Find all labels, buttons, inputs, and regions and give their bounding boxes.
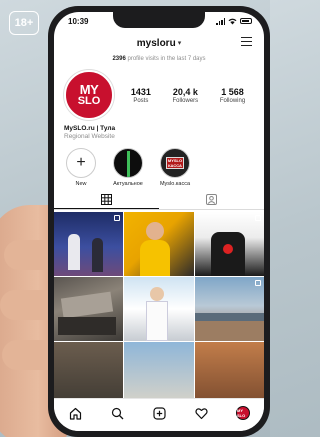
post-thumbnail[interactable]: [54, 277, 124, 341]
highlight-label: Myslo.касса: [159, 181, 191, 187]
stat-value: 20,4 k: [172, 86, 198, 97]
plus-icon: +: [66, 148, 96, 178]
menu-icon[interactable]: [241, 37, 252, 46]
bottom-navigation: MY SLO: [54, 398, 264, 431]
grid-icon: [101, 193, 112, 205]
stat-label: Following: [219, 97, 246, 104]
post-thumbnail[interactable]: [194, 342, 264, 406]
age-rating-badge: 18+: [9, 11, 39, 35]
tagged-icon: [206, 194, 217, 205]
nav-add-post[interactable]: [150, 404, 168, 422]
heart-icon: [194, 407, 208, 419]
visits-count: 2396: [112, 56, 126, 62]
profile-tabs: [54, 190, 264, 210]
phone-frame: 10:39 mysloru ▾ 2396 profile visits in t…: [48, 6, 270, 437]
highlight-label: New: [75, 181, 87, 187]
posts-grid: [54, 212, 264, 406]
phone-screen: 10:39 mysloru ▾ 2396 profile visits in t…: [54, 12, 264, 431]
profile-avatar-icon: MY SLO: [236, 406, 250, 420]
profile-bio: MySLO.ru | Тула Regional Website: [64, 125, 115, 141]
story-highlights: + New Актуальное MYSLO КАССА Myslo.касса: [62, 148, 256, 187]
nav-activity[interactable]: [192, 404, 210, 422]
stat-label: Posts: [133, 97, 149, 104]
profile-category: Regional Website: [64, 133, 115, 140]
highlight-label: Актуальное: [113, 181, 143, 187]
highlight-cover: MYSLO КАССА: [160, 148, 190, 178]
nav-home[interactable]: [66, 404, 84, 422]
multi-post-icon: [255, 280, 261, 286]
avatar-logo-line2: SLO: [77, 95, 101, 107]
post-thumbnail[interactable]: [124, 342, 194, 406]
post-thumbnail[interactable]: [194, 212, 264, 276]
home-icon: [69, 407, 81, 420]
highlight-cover-stripe: [127, 151, 130, 177]
insights-banner[interactable]: 2396 profile visits in the last 7 days: [54, 56, 264, 62]
nav-search[interactable]: [108, 404, 126, 422]
tab-grid[interactable]: [54, 190, 159, 209]
stat-label: Followers: [172, 97, 199, 104]
wifi-icon: [228, 18, 237, 24]
status-time: 10:39: [68, 16, 89, 26]
profile-stats: 1431 Posts 20,4 k Followers 1 568 Follow…: [120, 87, 256, 104]
multi-post-icon: [114, 215, 121, 221]
battery-icon: [240, 18, 252, 24]
stat-value: 1 568: [221, 86, 244, 97]
post-thumbnail[interactable]: [54, 212, 124, 276]
post-thumbnail[interactable]: [124, 212, 194, 276]
profile-name: MySLO.ru | Тула: [64, 125, 116, 132]
status-icons: [216, 17, 252, 25]
highlight-cover: [113, 148, 143, 178]
highlight-aktualnoe[interactable]: Актуальное: [109, 148, 147, 187]
avatar[interactable]: MY SLO: [64, 70, 114, 120]
highlight-new[interactable]: + New: [62, 148, 100, 187]
highlight-cover-text: MYSLO КАССА: [166, 157, 184, 169]
stat-followers[interactable]: 20,4 k Followers: [172, 87, 198, 104]
highlight-myslo-kassa[interactable]: MYSLO КАССА Myslo.касса: [156, 148, 194, 187]
visits-text: profile visits in the last 7 days: [127, 56, 206, 62]
nav-profile[interactable]: MY SLO: [234, 404, 252, 422]
post-thumbnail[interactable]: [54, 342, 124, 406]
post-thumbnail[interactable]: [194, 277, 264, 341]
search-icon: [111, 407, 123, 419]
chevron-down-icon[interactable]: ▾: [178, 39, 182, 47]
add-post-icon: [152, 406, 166, 420]
profile-header: mysloru ▾: [54, 32, 264, 54]
stat-posts[interactable]: 1431 Posts: [131, 87, 151, 104]
notch: [113, 12, 205, 28]
tab-tagged[interactable]: [159, 190, 264, 209]
signal-icon: [216, 17, 225, 25]
stat-value: 1431: [130, 86, 151, 97]
username-switcher[interactable]: mysloru: [137, 38, 176, 49]
multi-post-icon: [255, 215, 261, 221]
stat-following[interactable]: 1 568 Following: [220, 87, 245, 104]
post-thumbnail[interactable]: [124, 277, 194, 341]
profile-summary: MY SLO 1431 Posts 20,4 k Followers 1 568…: [64, 70, 256, 120]
